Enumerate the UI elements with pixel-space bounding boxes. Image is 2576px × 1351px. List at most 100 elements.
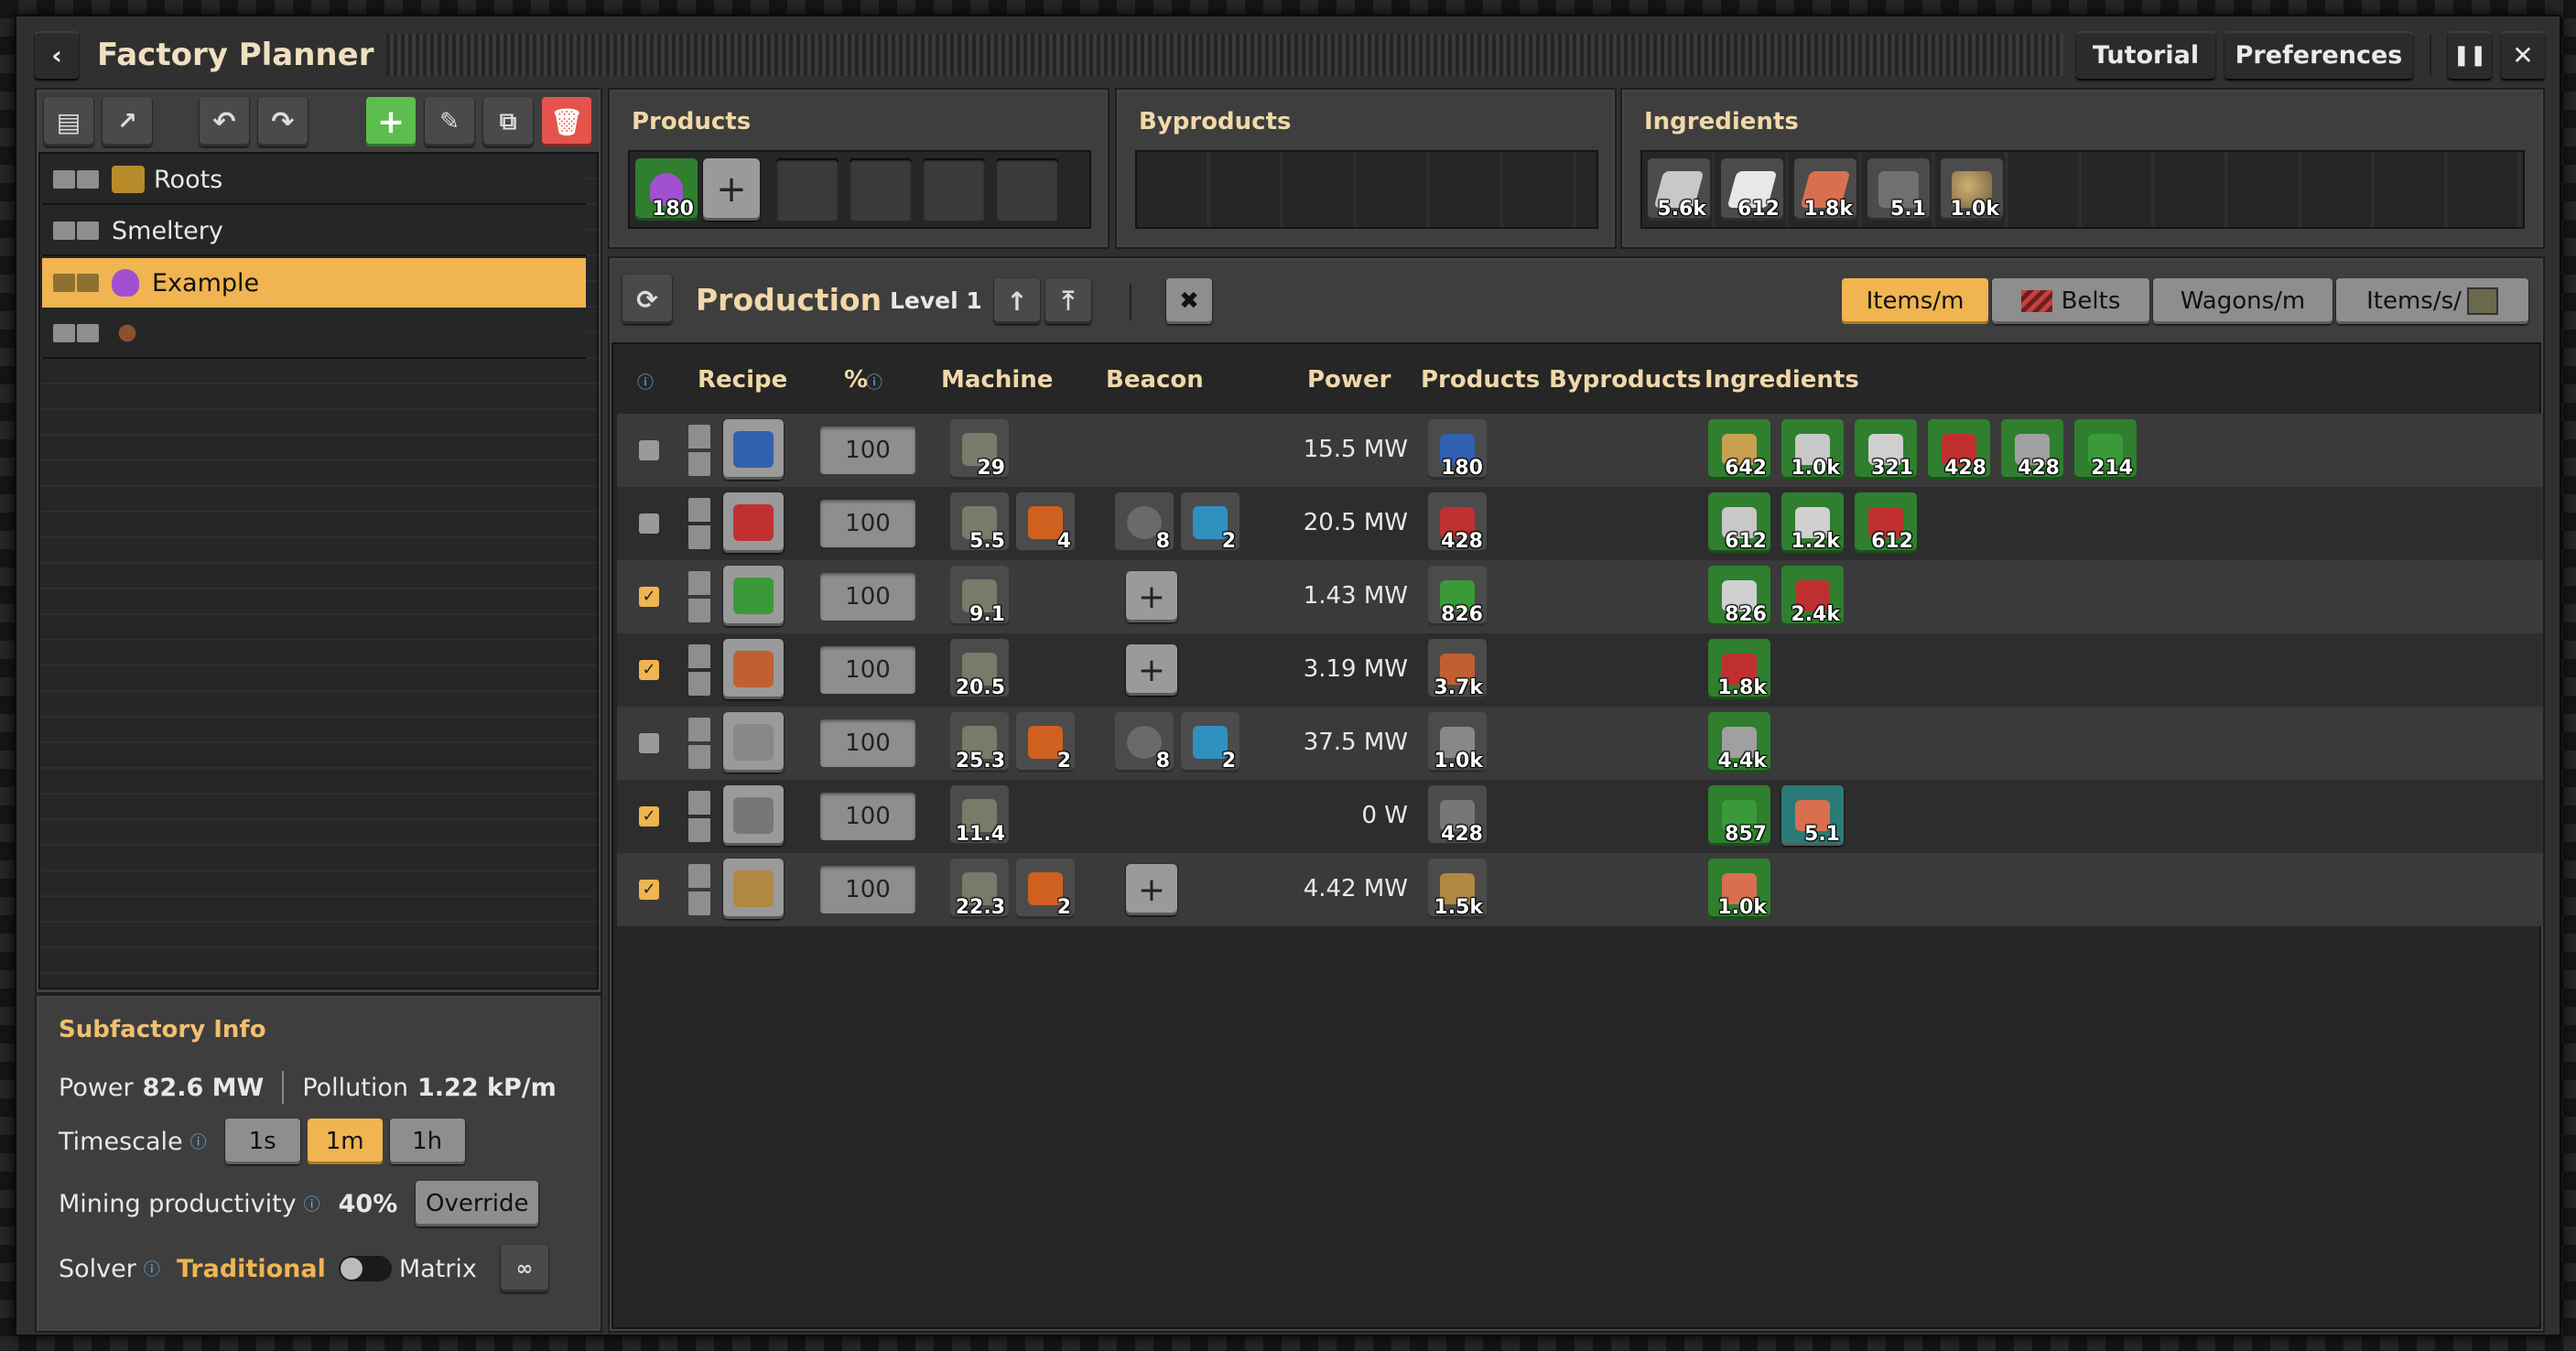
- ingredient-icon[interactable]: 1.0k: [1708, 859, 1770, 919]
- product-icon[interactable]: 826: [1428, 566, 1487, 626]
- archive-icon[interactable]: ▤: [44, 97, 93, 146]
- ingredient-icon[interactable]: 5.1: [1781, 785, 1844, 846]
- edit-icon[interactable]: ✎: [425, 97, 474, 146]
- ingredient-icon[interactable]: 214: [2074, 419, 2137, 480]
- stone-brick-icon[interactable]: 5.1: [1867, 158, 1930, 221]
- ingredient-icon[interactable]: 826: [1708, 566, 1770, 626]
- reorder-arrows[interactable]: [688, 571, 710, 622]
- product-icon[interactable]: 3.7k: [1428, 639, 1487, 699]
- add-beacon-button[interactable]: +: [1126, 644, 1177, 696]
- view-items-per-minute[interactable]: Items/m: [1842, 278, 1988, 324]
- reorder-arrows[interactable]: [688, 644, 710, 696]
- reorder-arrows[interactable]: [688, 718, 710, 769]
- ingredient-icon[interactable]: 321: [1855, 419, 1917, 480]
- purple-flask-icon[interactable]: 180: [635, 158, 698, 221]
- refresh-icon[interactable]: ⟳: [622, 275, 672, 324]
- list-item[interactable]: Roots: [42, 156, 586, 205]
- module-icon[interactable]: 2: [1181, 492, 1239, 553]
- view-items-per-second-per-machine[interactable]: Items/s/: [2336, 278, 2528, 324]
- override-button[interactable]: Override: [416, 1181, 539, 1227]
- done-checkbox[interactable]: [639, 440, 659, 460]
- ingredient-icon[interactable]: 1.8k: [1708, 639, 1770, 699]
- duplicate-icon[interactable]: ⧉: [483, 97, 533, 146]
- view-belts[interactable]: Belts: [1992, 278, 2149, 324]
- machine-icon[interactable]: 22.3: [950, 859, 1009, 919]
- matrix-config-icon[interactable]: ∞: [500, 1245, 548, 1292]
- reorder-arrows[interactable]: [53, 324, 99, 342]
- percent-input[interactable]: 100: [820, 573, 915, 621]
- redo-icon[interactable]: ↷: [258, 97, 308, 146]
- ingredient-icon[interactable]: 428: [1928, 419, 1990, 480]
- recipe-icon[interactable]: [723, 566, 784, 626]
- reorder-arrows[interactable]: [688, 425, 710, 476]
- ingredient-icon[interactable]: 2.4k: [1781, 566, 1844, 626]
- machine-icon[interactable]: 25.3: [950, 712, 1009, 773]
- recipe-icon[interactable]: [723, 712, 784, 773]
- percent-input[interactable]: 100: [820, 427, 915, 474]
- stone-ore-icon[interactable]: 1.0k: [1941, 158, 2003, 221]
- percent-input[interactable]: 100: [820, 646, 915, 694]
- undo-icon[interactable]: ↶: [200, 97, 249, 146]
- reorder-arrows[interactable]: [688, 498, 710, 549]
- beacon-icon[interactable]: 8: [1115, 712, 1174, 773]
- close-icon[interactable]: ✕: [2501, 31, 2545, 79]
- machine-icon[interactable]: 9.1: [950, 566, 1009, 626]
- pause-icon[interactable]: ❚❚: [2448, 31, 2492, 79]
- module-icon[interactable]: 2: [1016, 712, 1075, 773]
- reorder-arrows[interactable]: [688, 864, 710, 915]
- ingredient-icon[interactable]: 428: [2001, 419, 2063, 480]
- done-checkbox[interactable]: [639, 733, 659, 753]
- module-icon[interactable]: 2: [1181, 712, 1239, 773]
- iron-plate-icon[interactable]: 5.6k: [1648, 158, 1710, 221]
- reorder-arrows[interactable]: [53, 274, 99, 292]
- ingredient-icon[interactable]: 1.2k: [1781, 492, 1844, 553]
- ingredient-icon[interactable]: 1.0k: [1781, 419, 1844, 480]
- ingredient-icon[interactable]: 4.4k: [1708, 712, 1770, 773]
- ingredient-icon[interactable]: 642: [1708, 419, 1770, 480]
- done-checkbox[interactable]: ✓: [639, 660, 659, 680]
- copper-plate-icon[interactable]: 1.8k: [1794, 158, 1856, 221]
- add-beacon-button[interactable]: +: [1126, 864, 1177, 915]
- list-item-selected[interactable]: Example: [42, 258, 586, 308]
- done-checkbox[interactable]: [639, 513, 659, 534]
- delete-icon[interactable]: 🗑: [542, 97, 591, 146]
- percent-input[interactable]: 100: [820, 793, 915, 840]
- ingredient-icon[interactable]: 612: [1855, 492, 1917, 553]
- recipe-icon[interactable]: [723, 492, 784, 553]
- percent-input[interactable]: 100: [820, 500, 915, 547]
- recipe-icon[interactable]: [723, 419, 784, 480]
- module-icon[interactable]: 4: [1016, 492, 1075, 553]
- machine-icon[interactable]: 29: [950, 419, 1009, 480]
- drag-handle[interactable]: [386, 34, 2063, 76]
- stone-tablet-icon[interactable]: 612: [1721, 158, 1783, 221]
- product-icon[interactable]: 1.0k: [1428, 712, 1487, 773]
- timescale-1m-button[interactable]: 1m: [307, 1119, 383, 1164]
- level-top-icon[interactable]: ⤒: [1045, 278, 1091, 324]
- product-icon[interactable]: 428: [1428, 492, 1487, 553]
- add-beacon-button[interactable]: +: [1126, 571, 1177, 622]
- reorder-arrows[interactable]: [53, 170, 99, 189]
- product-icon[interactable]: 1.5k: [1428, 859, 1487, 919]
- ingredient-icon[interactable]: 857: [1708, 785, 1770, 846]
- reorder-arrows[interactable]: [688, 791, 710, 842]
- timescale-1h-button[interactable]: 1h: [389, 1119, 465, 1164]
- done-checkbox[interactable]: ✓: [639, 587, 659, 607]
- add-product-button[interactable]: +: [703, 158, 760, 221]
- view-wagons[interactable]: Wagons/m: [2153, 278, 2332, 324]
- product-icon[interactable]: 180: [1428, 419, 1487, 480]
- beacon-icon[interactable]: 8: [1115, 492, 1174, 553]
- done-checkbox[interactable]: ✓: [639, 880, 659, 900]
- recipe-icon[interactable]: [723, 785, 784, 846]
- product-icon[interactable]: 428: [1428, 785, 1487, 846]
- module-icon[interactable]: 2: [1016, 859, 1075, 919]
- percent-input[interactable]: 100: [820, 719, 915, 767]
- utilities-icon[interactable]: ✖: [1166, 278, 1212, 324]
- timescale-1s-button[interactable]: 1s: [224, 1119, 300, 1164]
- level-up-icon[interactable]: ↑: [994, 278, 1040, 324]
- machine-icon[interactable]: 20.5: [950, 639, 1009, 699]
- import-icon[interactable]: ↗: [103, 97, 152, 146]
- solver-toggle[interactable]: [338, 1256, 392, 1281]
- preferences-button[interactable]: Preferences: [2224, 31, 2413, 79]
- reorder-arrows[interactable]: [53, 222, 99, 240]
- back-button[interactable]: ‹: [35, 31, 79, 79]
